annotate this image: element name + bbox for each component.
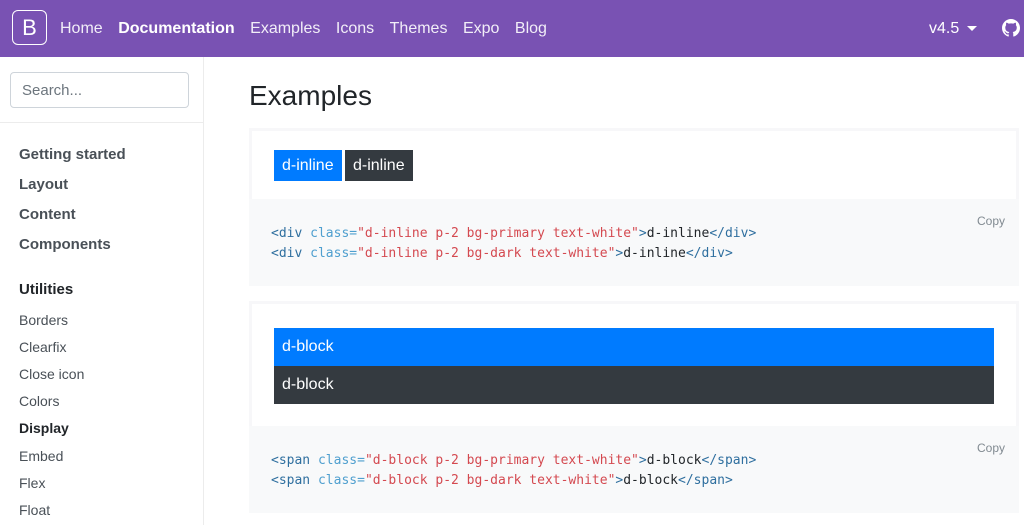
version-label: v4.5 <box>929 19 960 37</box>
github-icon[interactable] <box>1002 19 1020 37</box>
nav-link-examples[interactable]: Examples <box>250 20 320 38</box>
nav-link-home[interactable]: Home <box>60 20 103 38</box>
sidebar-subitem-embed[interactable]: Embed <box>19 448 63 464</box>
demo-block-dark: d-block <box>274 366 994 404</box>
code-tag: <span <box>271 453 311 468</box>
nav-link-expo[interactable]: Expo <box>463 20 499 38</box>
nav-link-themes[interactable]: Themes <box>390 20 448 38</box>
version-dropdown[interactable]: v4.5 <box>929 0 978 57</box>
bootstrap-logo[interactable]: B <box>12 10 47 45</box>
code-text: d-block <box>646 453 702 468</box>
sidebar-subitem-flex[interactable]: Flex <box>19 475 45 491</box>
sidebar-subitem-display[interactable]: Display <box>19 420 69 436</box>
search-area <box>0 57 203 123</box>
code-tag: <div <box>271 226 303 241</box>
code-tag: </span> <box>701 453 757 468</box>
top-navbar: B Home Documentation Examples Icons Them… <box>0 0 1024 57</box>
sidebar-item-content[interactable]: Content <box>19 206 76 223</box>
caret-down-icon <box>967 26 978 31</box>
page-title: Examples <box>249 80 372 111</box>
sidebar-subitem-borders[interactable]: Borders <box>19 312 68 328</box>
sidebar-subitem-colors[interactable]: Colors <box>19 393 59 409</box>
code-text: d-block <box>623 473 679 488</box>
code-attr: class= <box>302 246 358 261</box>
code-tag: > <box>638 453 647 468</box>
code-tag: </div> <box>685 246 733 261</box>
demo-inline-primary: d-inline <box>274 150 342 181</box>
code-tag: </span> <box>678 473 733 488</box>
code-string: "d-inline p-2 bg-dark text-white" <box>357 246 616 261</box>
code-tag: <span <box>271 473 311 488</box>
code-line: <div class="d-inline p-2 bg-primary text… <box>271 226 756 241</box>
copy-button[interactable]: Copy <box>977 214 1005 228</box>
nav-link-blog[interactable]: Blog <box>515 20 547 38</box>
code-tag: > <box>638 226 647 241</box>
sidebar-subitem-clearfix[interactable]: Clearfix <box>19 339 66 355</box>
code-string: "d-block p-2 bg-dark text-white" <box>364 473 616 488</box>
nav-links: Home Documentation Examples Icons Themes… <box>60 0 562 57</box>
code-attr: class= <box>310 453 365 468</box>
sidebar-item-getting-started[interactable]: Getting started <box>19 146 126 163</box>
demo-block-primary: d-block <box>274 328 994 366</box>
code-tag: <div <box>271 246 303 261</box>
example-inline-preview: d-inline d-inline <box>249 128 1019 199</box>
example-inline-code: Copy <div class="d-inline p-2 bg-primary… <box>249 199 1019 286</box>
code-line: <span class="d-block p-2 bg-primary text… <box>271 453 756 468</box>
sidebar-item-components[interactable]: Components <box>19 236 111 253</box>
sidebar-subitem-close-icon[interactable]: Close icon <box>19 366 84 382</box>
sidebar-item-layout[interactable]: Layout <box>19 176 68 193</box>
sidebar-subitem-float[interactable]: Float <box>19 502 50 518</box>
code-text: d-inline <box>623 246 686 261</box>
code-text: d-inline <box>646 226 710 241</box>
search-input[interactable] <box>10 72 189 108</box>
code-tag: </div> <box>709 226 757 241</box>
nav-link-documentation[interactable]: Documentation <box>118 20 234 38</box>
copy-button[interactable]: Copy <box>977 441 1005 455</box>
code-string: "d-block p-2 bg-primary text-white" <box>364 453 639 468</box>
demo-inline-dark: d-inline <box>345 150 413 181</box>
docs-sidebar: Getting started Layout Content Component… <box>0 57 204 525</box>
code-line: <span class="d-block p-2 bg-dark text-wh… <box>271 473 733 488</box>
nav-link-icons[interactable]: Icons <box>336 20 374 38</box>
code-line: <div class="d-inline p-2 bg-dark text-wh… <box>271 246 733 261</box>
code-string: "d-inline p-2 bg-primary text-white" <box>357 226 639 241</box>
example-block-preview: d-block d-block <box>249 301 1019 426</box>
example-block-code: Copy <span class="d-block p-2 bg-primary… <box>249 426 1019 513</box>
code-attr: class= <box>302 226 358 241</box>
code-attr: class= <box>310 473 365 488</box>
sidebar-item-utilities[interactable]: Utilities <box>19 281 73 298</box>
